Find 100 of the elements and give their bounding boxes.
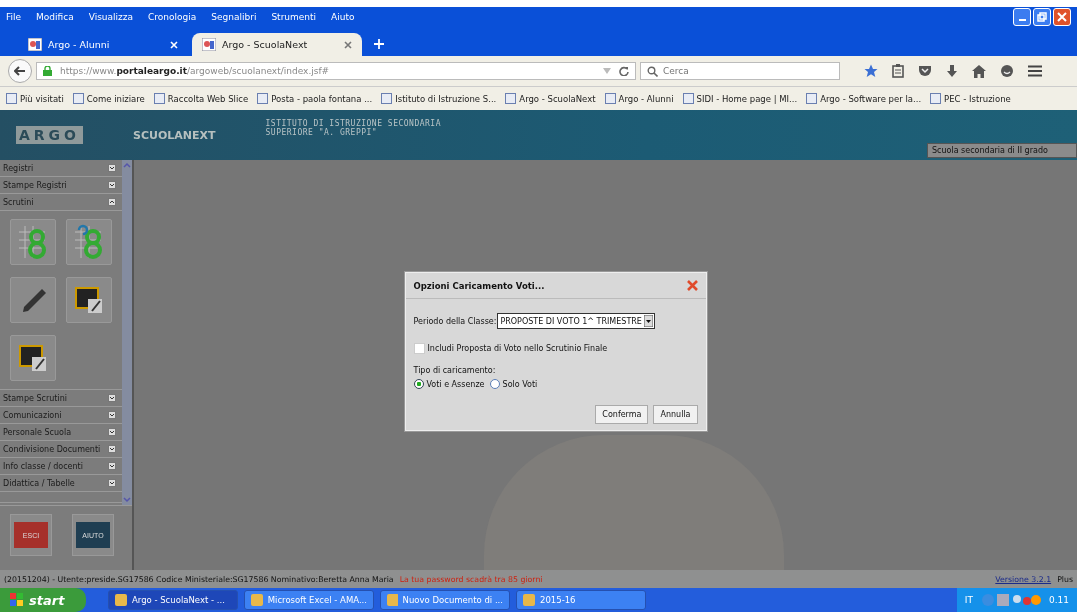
sidebar-item[interactable]: Registri <box>0 160 122 177</box>
tool-button[interactable] <box>10 277 56 323</box>
group-label: Tipo di caricamento: <box>412 366 497 375</box>
menu-item[interactable]: Aiuto <box>331 12 355 22</box>
app-icon <box>387 594 398 606</box>
expand-toggle-icon[interactable] <box>108 394 116 402</box>
dialog-button[interactable]: Conferma <box>595 405 649 424</box>
sidebar-item[interactable]: Didattica / Tabelle <box>0 475 122 492</box>
bookmark-icon <box>153 93 165 104</box>
browser-tab[interactable]: Argo - Alunni <box>18 33 188 56</box>
bookmark-icon <box>72 93 84 104</box>
bookmark-icon <box>381 93 393 104</box>
school-select[interactable]: Scuola secondaria di II grado <box>927 143 1077 158</box>
product-name: SCUOLANEXT <box>133 128 216 142</box>
expand-toggle-icon[interactable] <box>108 479 116 487</box>
expand-toggle-icon[interactable] <box>108 428 116 436</box>
dialog-button[interactable]: Annulla <box>653 405 698 424</box>
menu-icon[interactable] <box>1028 65 1042 77</box>
bookmark-item[interactable]: Posta - paola fontana ... <box>257 93 373 104</box>
browser-tab[interactable]: Argo - ScuolaNext <box>192 33 362 56</box>
sidebar-item[interactable]: Info classe / docenti <box>0 458 122 475</box>
sidebar-item[interactable]: Scrutini <box>0 194 122 211</box>
bookmark-icon <box>604 93 616 104</box>
menu-item[interactable]: Modifica <box>36 12 74 22</box>
close-button[interactable] <box>1053 8 1071 26</box>
expand-toggle-icon[interactable] <box>108 411 116 419</box>
institute-name: SUPERIORE "A. GREPPI" <box>265 128 379 137</box>
search-icon <box>647 65 658 77</box>
radio-button[interactable] <box>489 379 500 389</box>
bookmark-item[interactable]: Come iniziare <box>72 93 145 104</box>
logo-text: ARGO <box>16 126 83 144</box>
expand-toggle-icon[interactable] <box>108 462 116 470</box>
clipboard-icon[interactable] <box>892 64 904 78</box>
radio-label: Voti e Assenze <box>426 379 485 389</box>
sidebar-item[interactable]: Personale Scuola <box>0 424 122 441</box>
bookmark-item[interactable]: Argo - Alunni <box>604 93 674 104</box>
dialog-title: Opzioni Caricamento Voti... <box>413 280 545 291</box>
taskbar-button[interactable]: Nuovo Documento di ... <box>380 590 510 610</box>
checkbox-label: Includi Proposta di Voto nello Scrutinio Finale <box>427 344 608 353</box>
expand-toggle-icon[interactable] <box>108 164 116 172</box>
sidebar-item[interactable]: Condivisione Documenti <box>0 441 122 458</box>
tool-button[interactable] <box>66 277 112 323</box>
bookmark-item[interactable]: Raccolta Web Slice <box>153 93 249 104</box>
bookmark-item[interactable]: Argo - Software per la... <box>806 93 922 104</box>
bookmark-icon <box>930 93 942 104</box>
home-icon[interactable] <box>972 64 986 78</box>
blackboard-icon <box>74 285 104 315</box>
star-icon[interactable] <box>864 64 878 78</box>
tray-icons-drawing[interactable] <box>980 593 1041 607</box>
restore-button[interactable] <box>1033 8 1051 26</box>
taskbar-button[interactable]: Microsoft Excel - AMA... <box>244 590 374 610</box>
menu-item[interactable]: Visualizza <box>88 12 134 22</box>
menu-item[interactable]: File <box>6 12 22 22</box>
download-icon[interactable] <box>946 64 958 78</box>
bookmark-icon <box>257 93 269 104</box>
radio-button[interactable] <box>413 379 424 389</box>
sidebar-item[interactable]: Comunicazioni <box>0 407 122 424</box>
start-button[interactable]: start <box>0 588 86 612</box>
bookmark-item[interactable]: Più visitati <box>6 93 64 104</box>
minimize-button[interactable] <box>1013 8 1031 26</box>
sidebar-item[interactable]: Stampe Registri <box>0 177 122 194</box>
tool-button[interactable] <box>10 335 56 381</box>
search-field[interactable]: Cerca <box>640 62 840 80</box>
chat-icon[interactable] <box>1000 64 1014 78</box>
menu-item[interactable]: Cronologia <box>148 12 197 22</box>
close-icon[interactable] <box>686 280 698 291</box>
expand-toggle-icon[interactable] <box>108 181 116 189</box>
bookmark-item[interactable]: SIDI - Home page | MI... <box>682 93 798 104</box>
reload-icon[interactable] <box>619 66 629 76</box>
close-icon[interactable] <box>344 40 352 49</box>
favicon-icon <box>28 38 42 51</box>
pocket-icon[interactable] <box>918 65 932 77</box>
radio-label: Solo Voti <box>502 379 538 389</box>
back-button[interactable] <box>8 59 32 83</box>
expand-toggle-icon[interactable] <box>108 198 116 206</box>
checkbox[interactable] <box>413 343 425 354</box>
close-icon <box>1057 12 1067 22</box>
bookmark-item[interactable]: PEC - Istruzione <box>930 93 1011 104</box>
expand-toggle-icon[interactable] <box>108 445 116 453</box>
app-icon <box>251 594 263 606</box>
sidebar-item[interactable]: Stampe Scrutini <box>0 390 122 407</box>
minimize-icon <box>1018 19 1026 21</box>
address-field[interactable]: https://www.portaleargo.it/argoweb/scuolanext/index.jsf# <box>36 62 636 80</box>
tab-title: Argo - Alunni <box>48 39 110 50</box>
language-indicator[interactable]: IT <box>964 595 973 605</box>
menu-item[interactable]: Segnalibri <box>211 12 257 22</box>
menu-item[interactable]: Strumenti <box>271 12 317 22</box>
windows-logo-icon <box>10 593 24 607</box>
bookmark-icon <box>806 93 818 104</box>
dropdown-icon <box>643 315 653 327</box>
app-icon <box>115 594 127 606</box>
favicon-icon <box>202 38 216 51</box>
bookmark-item[interactable]: Argo - ScuolaNext <box>505 93 596 104</box>
taskbar-button[interactable]: Argo - ScuolaNext - ... <box>108 590 238 610</box>
back-arrow-icon <box>14 66 26 76</box>
period-select[interactable]: PROPOSTE DI VOTO 1^ TRIMESTRE <box>497 313 655 329</box>
new-tab-icon[interactable] <box>374 39 384 49</box>
blackboard-icon <box>18 343 48 373</box>
taskbar-button[interactable]: 2015-16 <box>516 590 646 610</box>
bookmark-item[interactable]: Istituto di Istruzione S... <box>381 93 497 104</box>
